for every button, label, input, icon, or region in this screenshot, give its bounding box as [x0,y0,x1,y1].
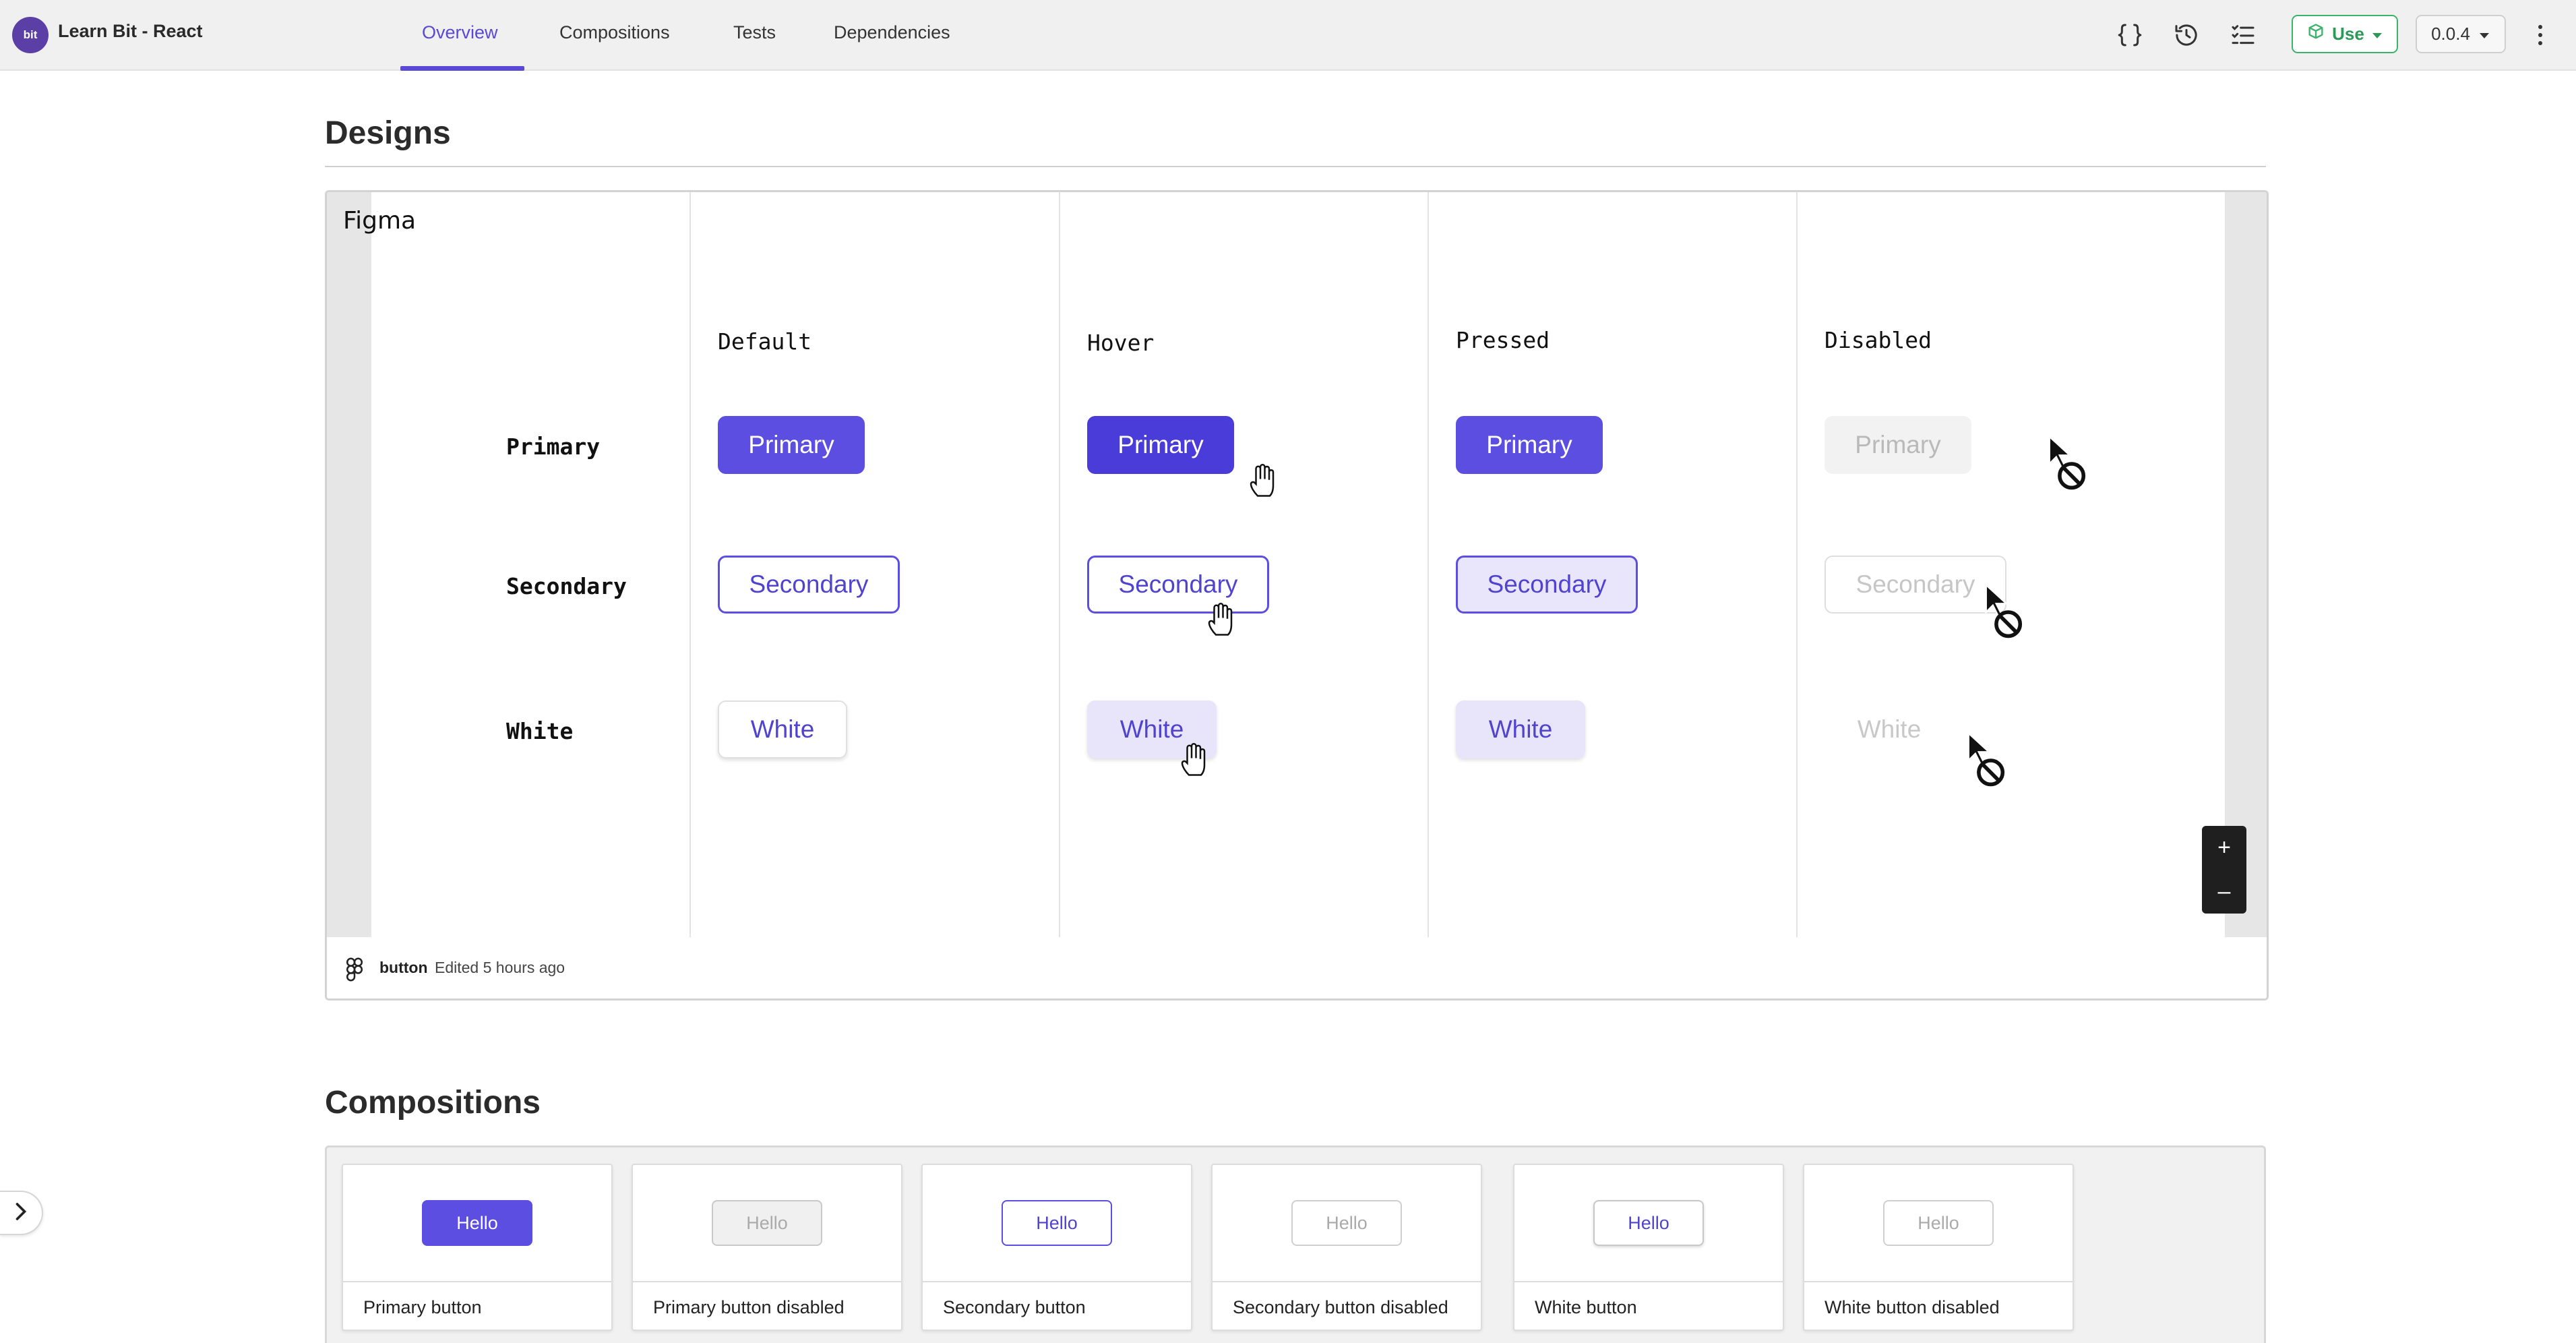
column-divider [689,192,691,937]
row-header-secondary: Secondary [506,573,627,599]
figma-page: Default Hover Pressed Disabled Primary S… [371,192,2225,937]
white-button-disabled: White [1857,715,1922,743]
composition-label: Secondary button disabled [1233,1297,1448,1317]
figma-icon [346,957,363,985]
version-select[interactable]: 0.0.4 [2416,15,2506,53]
hello-button: Hello [1883,1200,1994,1246]
hello-button[interactable]: Hello [1002,1200,1112,1246]
tab-tests[interactable]: Tests [733,22,776,43]
figma-footer: button Edited 5 hours ago [327,937,2267,998]
composition-card[interactable]: Hello Primary button [342,1164,613,1331]
figma-file-name[interactable]: button [379,959,428,977]
zoom-controls: + – [2202,826,2246,914]
hello-button[interactable]: Hello [1593,1200,1704,1246]
sidebar-toggle[interactable] [0,1191,43,1235]
primary-button-hover[interactable]: Primary [1087,416,1234,474]
column-divider [1796,192,1798,937]
secondary-button-default[interactable]: Secondary [718,556,900,614]
white-button-default[interactable]: White [718,700,847,758]
hello-button: Hello [712,1200,822,1246]
composition-preview: Hello [633,1165,901,1282]
composition-preview: Hello [923,1165,1191,1282]
white-button-pressed[interactable]: White [1456,700,1585,758]
designs-title: Designs [325,115,451,151]
column-header-default: Default [718,328,812,355]
composition-label: White button [1535,1297,1637,1317]
composition-preview: Hello [1514,1165,1783,1282]
secondary-button-disabled: Secondary [1824,556,2006,614]
tab-dependencies[interactable]: Dependencies [834,22,950,43]
tab-overview[interactable]: Overview [422,22,498,43]
column-divider [1428,192,1429,937]
column-divider [1059,192,1060,937]
hello-button: Hello [1291,1200,1402,1246]
box-icon [2306,22,2325,46]
top-bar: bit Learn Bit - React Overview Compositi… [0,0,2576,71]
active-tab-indicator [400,66,524,71]
code-braces-icon[interactable] [2114,19,2146,51]
history-icon[interactable] [2170,19,2203,51]
composition-label: White button disabled [1824,1297,2000,1317]
primary-button-disabled: Primary [1824,416,1971,474]
row-header-primary: Primary [506,434,601,460]
not-allowed-cursor-icon [1967,732,2005,787]
hand-cursor-icon [1181,742,1206,776]
figma-edited-time: Edited 5 hours ago [435,959,565,976]
column-header-disabled: Disabled [1824,327,1932,353]
chevron-right-icon [13,1201,28,1225]
primary-button-pressed[interactable]: Primary [1456,416,1603,474]
chevron-down-icon [2371,24,2383,44]
hand-cursor-icon [1208,602,1233,636]
composition-label: Primary button [363,1297,482,1317]
zoom-in-button[interactable]: + [2202,826,2246,870]
bit-logo[interactable]: bit [12,17,49,53]
composition-card[interactable]: Hello Secondary button [921,1164,1192,1331]
compositions-title: Compositions [325,1085,541,1121]
composition-label: Primary button disabled [653,1297,845,1317]
figma-embed[interactable]: Default Hover Pressed Disabled Primary S… [325,190,2269,1001]
composition-card[interactable]: Hello White button [1513,1164,1784,1331]
tab-compositions[interactable]: Compositions [559,22,670,43]
use-button-label: Use [2332,24,2364,44]
composition-preview: Hello [343,1165,611,1282]
compositions-gallery: Hello Primary button Hello Primary butto… [325,1145,2266,1343]
row-header-white: White [506,718,574,744]
composition-card[interactable]: Hello White button disabled [1803,1164,2074,1331]
figma-label: Figma [343,207,417,235]
primary-button-default[interactable]: Primary [718,416,865,474]
not-allowed-cursor-icon [1985,583,2023,638]
secondary-button-pressed[interactable]: Secondary [1456,556,1638,614]
more-options-icon[interactable] [2530,19,2550,51]
app-title: Learn Bit - React [58,21,203,41]
column-header-pressed: Pressed [1456,327,1550,353]
composition-card[interactable]: Hello Secondary button disabled [1211,1164,1482,1331]
zoom-out-button[interactable]: – [2202,870,2246,914]
checklist-icon[interactable] [2227,19,2259,51]
hello-button[interactable]: Hello [422,1200,532,1246]
composition-label: Secondary button [943,1297,1086,1317]
composition-preview: Hello [1804,1165,2073,1282]
not-allowed-cursor-icon [2048,435,2086,490]
secondary-button-hover[interactable]: Secondary [1087,556,1269,614]
hand-cursor-icon [1250,463,1275,497]
version-label: 0.0.4 [2431,24,2470,44]
use-button[interactable]: Use [2292,15,2398,53]
column-header-hover: Hover [1087,330,1155,356]
composition-preview: Hello [1213,1165,1481,1282]
chevron-down-icon [2478,24,2490,44]
composition-card[interactable]: Hello Primary button disabled [632,1164,902,1331]
figma-canvas[interactable]: Default Hover Pressed Disabled Primary S… [327,192,2267,937]
designs-divider [325,166,2266,167]
